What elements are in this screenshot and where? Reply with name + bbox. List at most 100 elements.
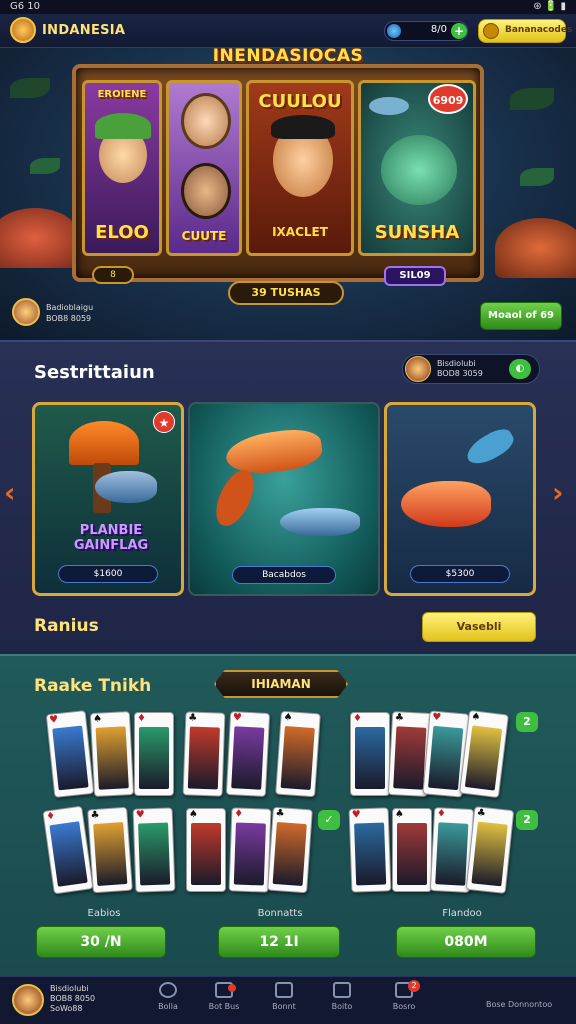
game-title: PLANBIE GAINFLAG bbox=[73, 523, 149, 553]
leaf-decoration bbox=[30, 158, 60, 174]
nav-item-bonus[interactable]: Bonnt bbox=[262, 982, 306, 1011]
home-icon bbox=[159, 982, 177, 998]
carousel-next-icon[interactable]: › bbox=[552, 476, 564, 509]
playing-card[interactable]: ♥ bbox=[45, 710, 95, 798]
status-right: ⊛ 🔋 ▮ bbox=[533, 1, 566, 12]
hero-character-card[interactable]: CUULOU IXACLET bbox=[246, 80, 354, 256]
card-art bbox=[233, 822, 266, 886]
game-card[interactable]: Bacabdos bbox=[188, 402, 380, 596]
nav-label: Bosro bbox=[392, 1002, 416, 1011]
group-play-button[interactable]: 30 /N bbox=[36, 926, 166, 958]
game-card[interactable]: ★ PLANBIE GAINFLAG $1600 bbox=[32, 402, 184, 596]
group-badge: 2 bbox=[516, 810, 538, 830]
nav-user-info: Bisdiolubi BOB8 8050 SoWo88 bbox=[50, 984, 95, 1014]
playing-card[interactable]: ♠ bbox=[186, 808, 226, 892]
player-info: Bisdiolubi BOD8 3059 bbox=[437, 359, 483, 379]
playing-card[interactable]: ♥ bbox=[348, 807, 392, 893]
card-suit-icon: ♣ bbox=[394, 712, 405, 724]
card-suit-icon: ♦ bbox=[137, 713, 146, 724]
carousel-prev-icon[interactable]: ‹ bbox=[4, 476, 16, 509]
playing-card[interactable]: ♣ bbox=[267, 806, 313, 894]
game-price-pill[interactable]: $1600 bbox=[58, 565, 158, 583]
playing-card[interactable]: ♦ bbox=[350, 712, 390, 796]
card-art bbox=[52, 725, 89, 791]
coin-balance[interactable]: 8/0 + bbox=[384, 21, 468, 41]
playing-card[interactable]: ♦ bbox=[228, 807, 272, 893]
player-chip[interactable]: Bisdiolubi BOD8 3059 ◐ bbox=[402, 354, 540, 384]
message-icon bbox=[333, 982, 351, 998]
game-price-pill[interactable]: Bacabdos bbox=[232, 566, 336, 584]
game-price-pill[interactable]: $5300 bbox=[410, 565, 510, 583]
card-suit-icon: ♠ bbox=[189, 809, 198, 820]
card-suit-icon: ♦ bbox=[436, 808, 447, 820]
hero-character-card[interactable]: CUUTE bbox=[166, 80, 242, 256]
card-art bbox=[138, 822, 171, 886]
game-card[interactable]: $5300 bbox=[384, 402, 536, 596]
user-id: BOB8 8059 bbox=[46, 314, 92, 323]
card-label: IXACLET bbox=[272, 225, 328, 239]
card-suit-icon: ♠ bbox=[395, 809, 404, 820]
card-label: ELOO bbox=[95, 222, 149, 243]
fish-icon bbox=[280, 508, 360, 536]
group-label: Flandoo bbox=[442, 908, 482, 919]
playing-card[interactable]: ♠ bbox=[392, 808, 432, 892]
card-art bbox=[435, 822, 469, 886]
hero-sale-pill[interactable]: SIL09 bbox=[384, 266, 446, 286]
add-coins-button[interactable]: + bbox=[451, 23, 467, 39]
leaf-decoration bbox=[520, 168, 554, 186]
playing-card[interactable]: ♦ bbox=[134, 712, 174, 796]
card-art bbox=[93, 822, 128, 886]
favorite-star-icon[interactable]: ★ bbox=[153, 411, 175, 433]
nav-item-home[interactable]: Bolla bbox=[146, 982, 190, 1011]
hero-badge: 6909 bbox=[428, 84, 468, 114]
card-art bbox=[354, 822, 387, 886]
playing-card[interactable]: ♣ bbox=[182, 711, 226, 797]
playing-card[interactable]: ♠ bbox=[89, 711, 135, 797]
check-badge-icon: ✓ bbox=[318, 810, 340, 830]
small-fish-icon bbox=[462, 424, 518, 470]
coin-value: 8/0 bbox=[430, 24, 447, 35]
wallet-button[interactable]: Bananacodes bbox=[478, 19, 572, 43]
nav-user-id: BOB8 8050 bbox=[50, 994, 96, 1003]
hero-action-button[interactable]: Moaol of 69 bbox=[480, 302, 562, 330]
nav-item-games[interactable]: Bot Bus bbox=[202, 982, 246, 1011]
player-name: Bisdiolubi bbox=[437, 359, 476, 368]
nav-footer-text: Bose Donnontoo bbox=[486, 1000, 553, 1009]
small-fish-icon bbox=[369, 97, 409, 115]
fish-monster-portrait bbox=[381, 135, 457, 205]
hero-user-info: Badioblaigu BOB8 8059 bbox=[46, 302, 93, 324]
card-suit-icon: ♥ bbox=[135, 809, 145, 821]
playing-card[interactable]: ♥ bbox=[132, 807, 176, 893]
section-title: Raake Tnikh bbox=[34, 676, 152, 696]
mushroom-decoration bbox=[495, 218, 576, 278]
status-bar: G6 10 ⊛ 🔋 ▮ bbox=[0, 0, 576, 14]
hero-character-card[interactable]: EROIENE ELOO bbox=[82, 80, 162, 256]
card-art bbox=[471, 821, 508, 887]
play-icon[interactable]: ◐ bbox=[509, 359, 531, 379]
user-avatar[interactable] bbox=[12, 298, 40, 326]
playing-card[interactable]: ♠ bbox=[275, 710, 321, 798]
group-badge: 2 bbox=[516, 712, 538, 732]
nav-user-name: Bisdiolubi bbox=[50, 984, 89, 993]
group-label: Eabios bbox=[87, 908, 121, 919]
hero-small-pill: 8 bbox=[92, 266, 134, 284]
group-play-button[interactable]: 12 1I bbox=[218, 926, 340, 958]
profile-avatar[interactable] bbox=[12, 984, 44, 1016]
playing-card[interactable]: ♥ bbox=[225, 711, 271, 797]
status-left: G6 10 bbox=[10, 1, 41, 12]
playing-card[interactable]: ♣ bbox=[87, 806, 133, 894]
mushroom-decoration bbox=[0, 208, 80, 268]
card-suit-icon: ♦ bbox=[353, 713, 362, 724]
card-suit-icon: ♦ bbox=[45, 810, 56, 823]
nav-item-messages[interactable]: Boito bbox=[320, 982, 364, 1011]
bonus-icon bbox=[275, 982, 293, 998]
hero-main-pill[interactable]: 39 TUSHAS bbox=[228, 281, 344, 305]
group-play-button[interactable]: 080M bbox=[396, 926, 536, 958]
ranks-button[interactable]: Vasebli bbox=[422, 612, 536, 642]
leaf-decoration bbox=[10, 78, 50, 98]
game-logo-icon[interactable] bbox=[10, 17, 36, 43]
top-header: INDANESIA 8/0 + Bananacodes bbox=[0, 14, 576, 48]
card-suit-icon: ♣ bbox=[188, 712, 198, 724]
card-art bbox=[272, 822, 307, 886]
card-suit-icon: ♣ bbox=[275, 807, 285, 820]
